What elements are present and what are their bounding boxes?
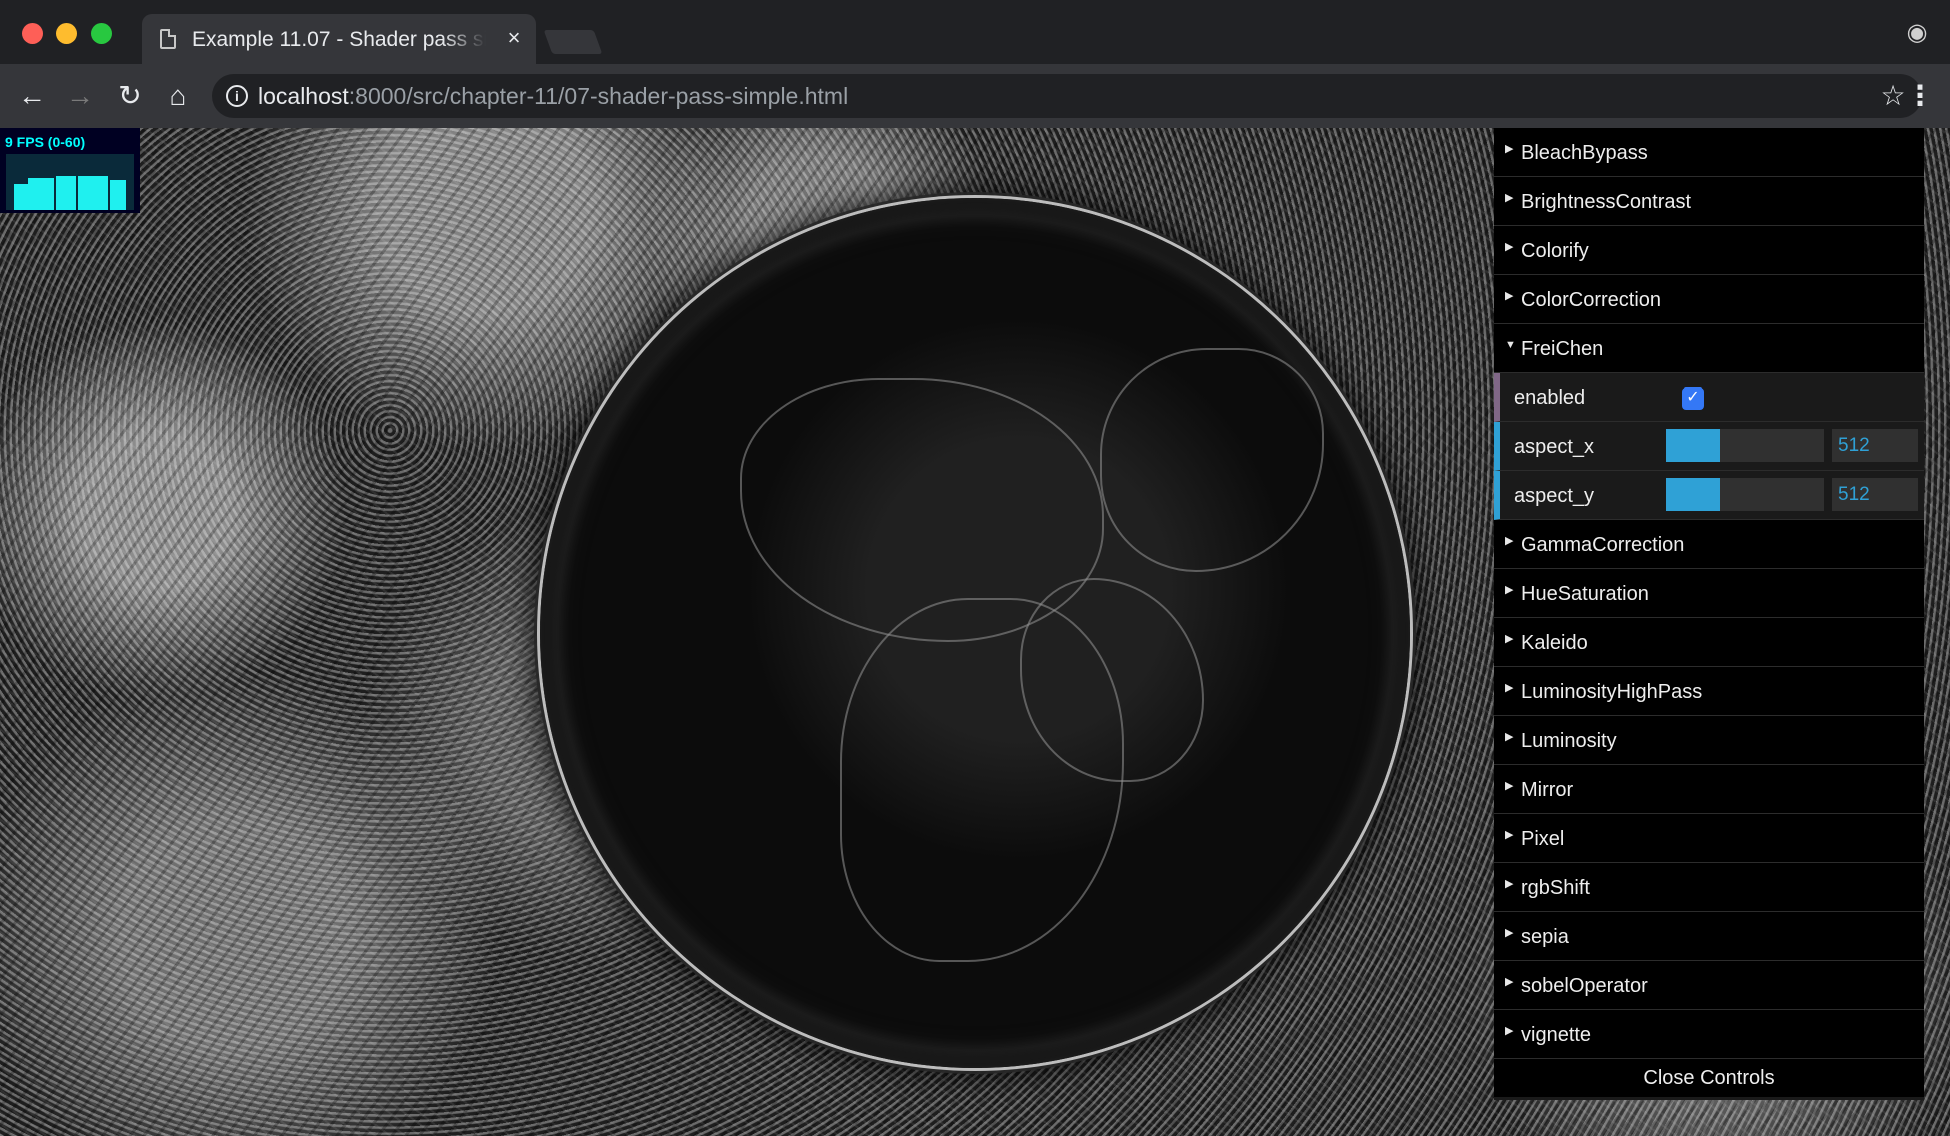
folder-sepia[interactable]: ▶ sepia bbox=[1494, 912, 1924, 961]
earth-globe bbox=[540, 198, 1410, 1068]
caret-right-icon: ▶ bbox=[1505, 780, 1514, 792]
folder-title: sobelOperator bbox=[1521, 975, 1648, 997]
folder-title: Luminosity bbox=[1521, 730, 1617, 752]
folder-title: sepia bbox=[1521, 926, 1569, 948]
controls-panel: ▶ BleachBypass ▶ BrightnessContrast ▶ Colorif… bbox=[1494, 128, 1924, 1100]
home-icon[interactable]: ⌂ bbox=[162, 80, 194, 112]
folder-title: BrightnessContrast bbox=[1521, 191, 1692, 213]
url-text[interactable]: localhost:8000/src/chapter-11/07-shader-… bbox=[258, 83, 848, 109]
folder-vignette[interactable]: ▶ vignette bbox=[1494, 1010, 1924, 1059]
folder-title: Kaleido bbox=[1521, 632, 1588, 654]
document-icon bbox=[160, 29, 176, 49]
caret-right-icon: ▶ bbox=[1505, 927, 1514, 939]
folder-title: LuminosityHighPass bbox=[1521, 681, 1703, 703]
folder-rgbshift[interactable]: ▶ rgbShift bbox=[1494, 863, 1924, 912]
folder-title: Mirror bbox=[1521, 779, 1574, 801]
folder-title: Colorify bbox=[1521, 240, 1589, 262]
info-icon[interactable]: i bbox=[226, 85, 248, 107]
caret-right-icon: ▶ bbox=[1505, 584, 1514, 596]
browser-titlebar: Example 11.07 - Shader pass simple × ◉ bbox=[0, 0, 1950, 64]
caret-right-icon: ▶ bbox=[1505, 535, 1514, 547]
checkmark-icon: ✓ bbox=[1684, 387, 1702, 409]
close-window-button[interactable] bbox=[22, 23, 43, 44]
caret-right-icon: ▶ bbox=[1505, 192, 1514, 204]
caret-right-icon: ▶ bbox=[1505, 290, 1514, 302]
control-aspect-x: aspect_x 512 bbox=[1494, 422, 1924, 471]
browser-toolbar: ← → ↻ ⌂ i localhost:8000/src/chapter-11/… bbox=[0, 64, 1950, 128]
folder-title: BleachBypass bbox=[1521, 142, 1648, 164]
fps-graph bbox=[6, 154, 134, 210]
aspect-y-input[interactable]: 512 bbox=[1832, 478, 1918, 511]
fps-stats-panel[interactable]: 9 FPS (0-60) bbox=[0, 128, 140, 213]
folder-freichen[interactable]: ▼ FreiChen bbox=[1494, 324, 1924, 373]
folder-title: rgbShift bbox=[1521, 877, 1590, 899]
caret-right-icon: ▶ bbox=[1505, 878, 1514, 890]
fps-bar bbox=[78, 176, 108, 210]
folder-huesaturation[interactable]: ▶ HueSaturation bbox=[1494, 569, 1924, 618]
folder-title: Pixel bbox=[1521, 828, 1565, 850]
close-controls-button[interactable]: Close Controls bbox=[1494, 1059, 1924, 1097]
continent-outline bbox=[1100, 348, 1324, 572]
folder-title: FreiChen bbox=[1521, 338, 1604, 360]
folder-bleachbypass[interactable]: ▶ BleachBypass bbox=[1494, 128, 1924, 177]
caret-right-icon: ▶ bbox=[1505, 241, 1514, 253]
kebab-menu-icon[interactable]: ⋮ bbox=[1906, 80, 1934, 112]
new-tab-button[interactable] bbox=[543, 30, 603, 54]
forward-arrow-icon[interactable]: → bbox=[64, 80, 96, 112]
folder-title: ColorCorrection bbox=[1521, 289, 1662, 311]
caret-right-icon: ▶ bbox=[1505, 829, 1514, 841]
folder-pixel[interactable]: ▶ Pixel bbox=[1494, 814, 1924, 863]
caret-down-icon: ▼ bbox=[1505, 339, 1516, 351]
fps-bar bbox=[14, 184, 28, 210]
fps-label: 9 FPS (0-60) bbox=[5, 134, 86, 150]
url-host: localhost bbox=[258, 83, 349, 109]
slider-fill bbox=[1666, 478, 1720, 511]
fps-bar bbox=[28, 178, 54, 210]
control-aspect-y: aspect_y 512 bbox=[1494, 471, 1924, 520]
maximize-window-button[interactable] bbox=[91, 23, 112, 44]
control-label: aspect_x bbox=[1514, 436, 1595, 458]
control-label: aspect_y bbox=[1514, 485, 1595, 507]
folder-title: vignette bbox=[1521, 1024, 1592, 1046]
folder-mirror[interactable]: ▶ Mirror bbox=[1494, 765, 1924, 814]
control-enabled: enabled ✓ bbox=[1494, 373, 1924, 422]
tab-close-icon[interactable]: × bbox=[502, 26, 526, 50]
address-bar[interactable]: i localhost:8000/src/chapter-11/07-shade… bbox=[212, 74, 1922, 118]
caret-right-icon: ▶ bbox=[1505, 682, 1514, 694]
folder-luminosityhighpass[interactable]: ▶ LuminosityHighPass bbox=[1494, 667, 1924, 716]
browser-tab-active[interactable]: Example 11.07 - Shader pass simple × bbox=[142, 14, 536, 64]
slider-fill bbox=[1666, 429, 1720, 462]
fps-bar bbox=[56, 176, 76, 210]
caret-right-icon: ▶ bbox=[1505, 143, 1514, 155]
control-label: enabled bbox=[1514, 387, 1586, 409]
aspect-x-slider[interactable] bbox=[1666, 429, 1824, 462]
incognito-icon[interactable]: ◉ bbox=[1902, 18, 1932, 48]
aspect-y-slider[interactable] bbox=[1666, 478, 1824, 511]
folder-title: HueSaturation bbox=[1521, 583, 1649, 605]
folder-title: GammaCorrection bbox=[1521, 534, 1685, 556]
tab-title: Example 11.07 - Shader pass simple bbox=[192, 28, 486, 51]
folder-sobeloperator[interactable]: ▶ sobelOperator bbox=[1494, 961, 1924, 1010]
fps-bar bbox=[110, 180, 126, 210]
url-path: :8000/src/chapter-11/07-shader-pass-simp… bbox=[348, 83, 849, 109]
star-icon[interactable]: ☆ bbox=[1878, 81, 1908, 111]
caret-right-icon: ▶ bbox=[1505, 1025, 1514, 1037]
caret-right-icon: ▶ bbox=[1505, 633, 1514, 645]
enabled-checkbox[interactable]: ✓ bbox=[1682, 387, 1704, 410]
reload-icon[interactable]: ↻ bbox=[114, 80, 146, 112]
minimize-window-button[interactable] bbox=[56, 23, 77, 44]
folder-colorcorrection[interactable]: ▶ ColorCorrection bbox=[1494, 275, 1924, 324]
folder-brightnesscontrast[interactable]: ▶ BrightnessContrast bbox=[1494, 177, 1924, 226]
folder-luminosity[interactable]: ▶ Luminosity bbox=[1494, 716, 1924, 765]
caret-right-icon: ▶ bbox=[1505, 731, 1514, 743]
aspect-x-input[interactable]: 512 bbox=[1832, 429, 1918, 462]
caret-right-icon: ▶ bbox=[1505, 976, 1514, 988]
back-arrow-icon[interactable]: ← bbox=[16, 80, 48, 112]
folder-colorify[interactable]: ▶ Colorify bbox=[1494, 226, 1924, 275]
folder-kaleido[interactable]: ▶ Kaleido bbox=[1494, 618, 1924, 667]
folder-gammacorrection[interactable]: ▶ GammaCorrection bbox=[1494, 520, 1924, 569]
